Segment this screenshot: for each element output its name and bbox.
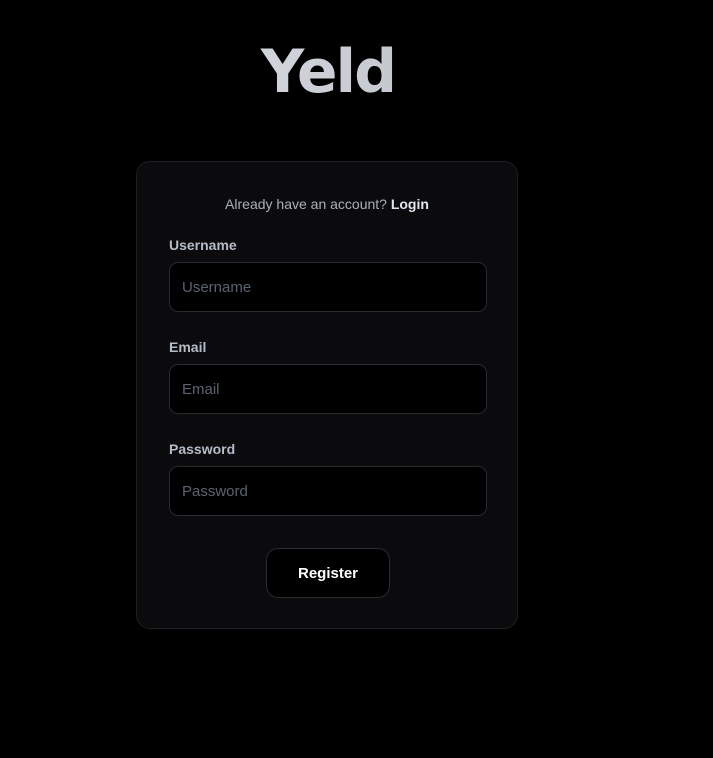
password-label: Password: [169, 441, 236, 457]
email-label: Email: [169, 339, 207, 355]
register-button[interactable]: Register: [266, 548, 390, 598]
password-input[interactable]: [169, 466, 487, 516]
login-prompt-text: Already have an account?: [225, 196, 387, 212]
login-prompt: Already have an account? Login: [137, 196, 517, 212]
login-link[interactable]: Login: [391, 196, 429, 212]
email-input[interactable]: [169, 364, 487, 414]
username-input[interactable]: [169, 262, 487, 312]
username-label: Username: [169, 237, 237, 253]
register-card: Already have an account? Login Username …: [136, 161, 518, 629]
app-logo: Yeld: [0, 40, 656, 104]
